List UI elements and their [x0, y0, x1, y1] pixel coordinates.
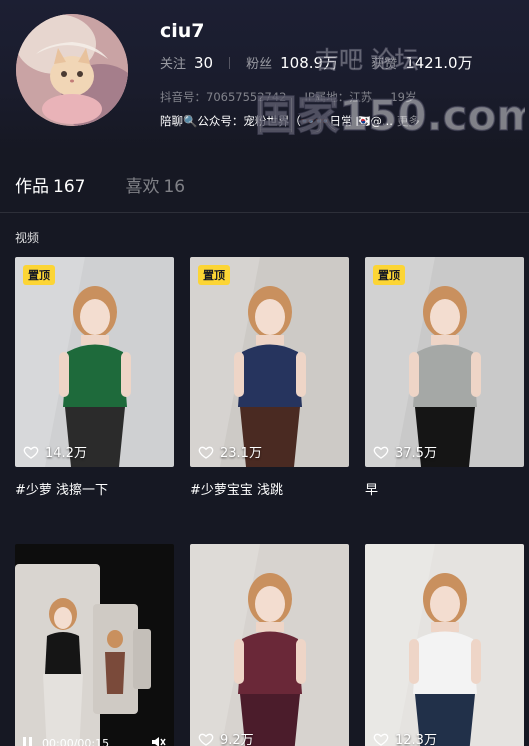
video-frame-image	[190, 544, 349, 746]
pause-icon[interactable]	[23, 736, 32, 746]
ip-location: IP属地：江苏	[304, 90, 373, 104]
followers-label: 粉丝	[246, 57, 273, 72]
video-frame-image	[365, 544, 524, 746]
video-frame-image	[365, 257, 524, 467]
tab-likes-count: 16	[163, 177, 186, 197]
tab-works-label: 作品	[15, 177, 49, 197]
video-card[interactable]: 置顶 37.5万早	[365, 257, 524, 507]
heart-icon	[23, 446, 39, 459]
video-card[interactable]: 12.3万	[365, 544, 524, 746]
section-label-videos: 视频	[15, 231, 40, 245]
video-player-controls: 00:00/00:15	[23, 732, 166, 746]
likes-count: 1421.0万	[405, 54, 473, 72]
username: ciu7	[160, 20, 205, 42]
profile-stats: 关注 30 粉丝 108.9万 获赞 1421.0万	[160, 52, 473, 73]
following-stat[interactable]: 关注 30	[160, 53, 213, 72]
tab-divider	[0, 212, 529, 213]
followers-stat[interactable]: 粉丝 108.9万	[246, 52, 338, 73]
video-like-count: 14.2万	[23, 442, 87, 461]
video-thumbnail[interactable]: 00:00/00:15	[15, 544, 174, 746]
like-count-text: 12.3万	[395, 733, 437, 746]
video-card[interactable]: 置顶 23.1万 #少萝宝宝 浅跳	[190, 257, 349, 507]
likes-label: 获赞	[371, 57, 398, 72]
video-card[interactable]: 置顶 14.2万 #少萝 浅擦一下	[15, 257, 174, 507]
bio: 陪聊🔍公众号：宠粉世界（👓👓日常 🇰🇷@... 更多	[160, 113, 460, 129]
tab-likes-label: 喜欢	[125, 177, 160, 197]
video-time: 00:00/00:15	[42, 736, 110, 746]
video-like-count: 12.3万	[373, 729, 437, 746]
followers-count: 108.9万	[280, 54, 339, 72]
video-like-count: 37.5万	[373, 442, 437, 461]
video-thumbnail[interactable]: 置顶 14.2万	[15, 257, 174, 467]
video-caption[interactable]: #少萝 浅擦一下	[15, 479, 108, 498]
video-thumbnail[interactable]: 置顶 37.5万	[365, 257, 524, 467]
video-like-count: 9.2万	[198, 729, 254, 746]
like-count-text: 37.5万	[395, 446, 437, 461]
profile-tabs: 作品 167 喜欢 16	[15, 172, 225, 197]
video-caption[interactable]: #少萝宝宝 浅跳	[190, 479, 283, 498]
video-card[interactable]: 00:00/00:15	[15, 544, 174, 746]
video-frame-image	[15, 544, 174, 746]
bio-text: 陪聊🔍公众号：宠粉世界（👓👓日常 🇰🇷@...	[160, 114, 393, 128]
video-frame-image	[190, 257, 349, 467]
pinned-badge: 置顶	[198, 265, 230, 285]
heart-icon	[198, 446, 214, 459]
video-caption[interactable]: 早	[365, 479, 378, 498]
stat-divider	[354, 56, 356, 69]
like-count-text: 14.2万	[45, 446, 87, 461]
tab-works-count: 167	[53, 177, 86, 197]
video-thumbnail[interactable]: 12.3万	[365, 544, 524, 746]
stat-divider	[229, 56, 231, 69]
pinned-badge: 置顶	[23, 265, 55, 285]
like-count-text: 9.2万	[220, 733, 254, 746]
video-like-count: 23.1万	[198, 442, 262, 461]
douyin-id: 抖音号：70657552742	[160, 90, 287, 104]
avatar[interactable]	[16, 14, 128, 126]
heart-icon	[373, 446, 389, 459]
bio-more-link[interactable]: 更多	[397, 114, 420, 128]
mute-icon[interactable]	[150, 734, 166, 746]
heart-icon	[373, 733, 389, 746]
following-label: 关注	[160, 57, 187, 72]
age: 19岁	[390, 90, 417, 104]
tab-works[interactable]: 作品 167	[15, 172, 85, 197]
video-frame-image	[15, 257, 174, 467]
video-card[interactable]: 9.2万	[190, 544, 349, 746]
pinned-badge: 置顶	[373, 265, 405, 285]
video-thumbnail[interactable]: 9.2万	[190, 544, 349, 746]
profile-meta: 抖音号：70657552742 IP属地：江苏 19岁	[160, 89, 434, 105]
heart-icon	[198, 733, 214, 746]
likes-stat: 获赞 1421.0万	[371, 52, 473, 73]
tab-likes[interactable]: 喜欢 16	[125, 172, 185, 197]
like-count-text: 23.1万	[220, 446, 262, 461]
following-count: 30	[194, 54, 214, 72]
video-thumbnail[interactable]: 置顶 23.1万	[190, 257, 349, 467]
